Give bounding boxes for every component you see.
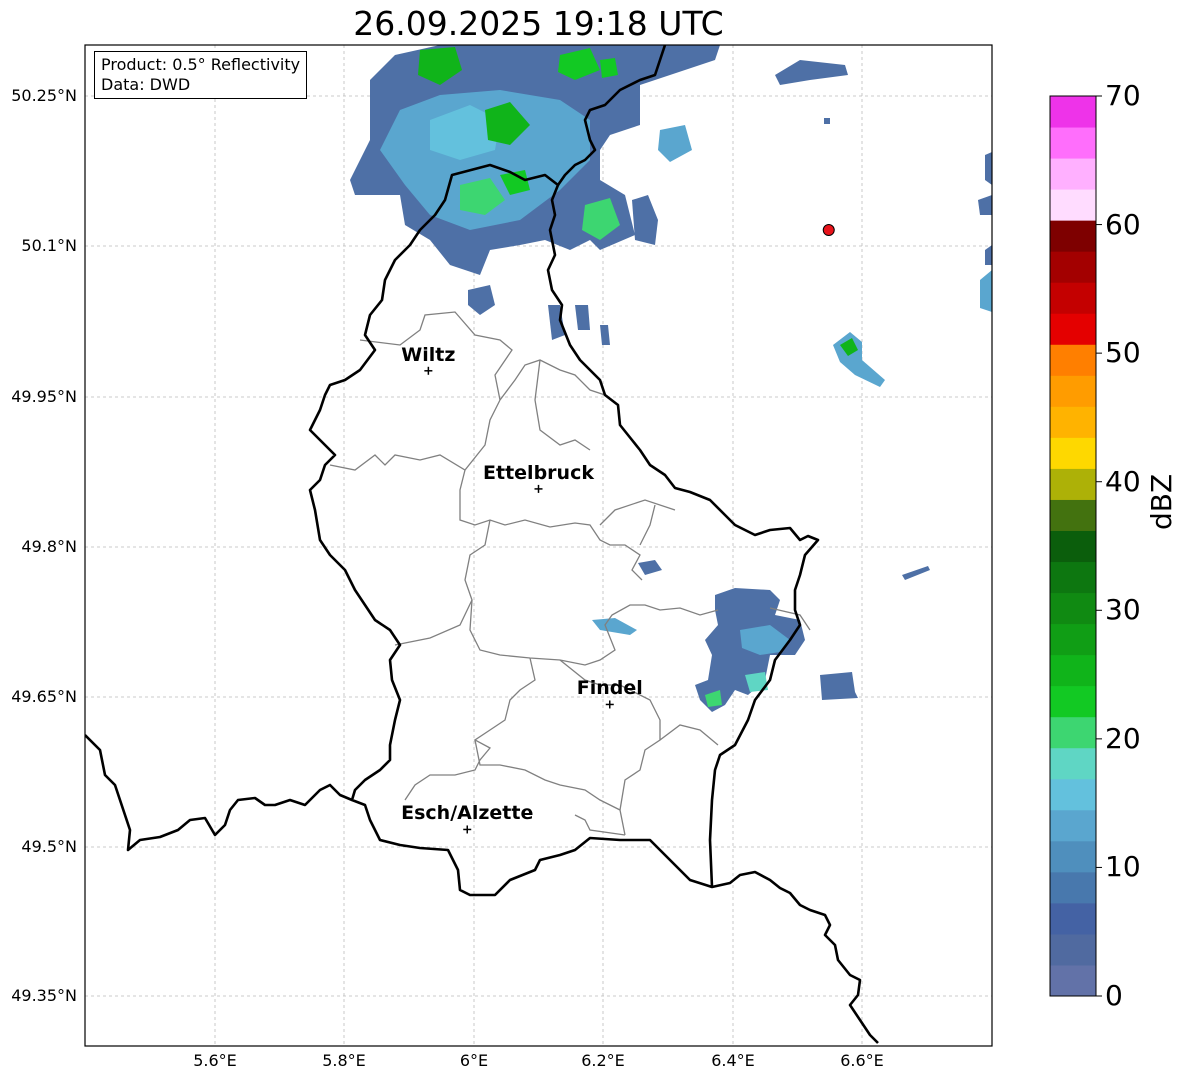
- colorbar-segment: [1050, 747, 1096, 780]
- colorbar-segment: [1050, 406, 1096, 438]
- colorbar: [1049, 95, 1102, 997]
- colorbar-segment: [1050, 282, 1096, 314]
- colorbar-tick-label: 60: [1105, 207, 1141, 241]
- colorbar-segment: [1050, 344, 1096, 376]
- colorbar-segment: [1050, 96, 1096, 128]
- colorbar-segment: [1050, 623, 1096, 656]
- colorbar-segment: [1050, 592, 1096, 625]
- colorbar-tick-label: 0: [1105, 979, 1123, 1012]
- colorbar-label: dBZ: [1145, 473, 1178, 530]
- colorbar-segment: [1050, 840, 1096, 873]
- colorbar-segment: [1050, 530, 1096, 563]
- colorbar-ticks: [1096, 95, 1102, 997]
- colorbar-segment: [1050, 375, 1096, 407]
- colorbar-segment: [1050, 251, 1096, 283]
- colorbar-segment: [1050, 313, 1096, 345]
- colorbar-segment: [1050, 902, 1096, 935]
- colorbar-segment: [1050, 964, 1096, 997]
- colorbar-segment: [1050, 871, 1096, 904]
- colorbar-segment: [1050, 158, 1096, 190]
- colorbar-segment: [1050, 933, 1096, 966]
- colorbar-tick-label: 50: [1105, 336, 1141, 370]
- colorbar-segment: [1050, 809, 1096, 842]
- colorbar-tick-label: 40: [1105, 464, 1141, 498]
- colorbar-segment: [1050, 468, 1096, 500]
- colorbar-tick-label: 20: [1105, 721, 1141, 755]
- colorbar-segment: [1050, 778, 1096, 811]
- colorbar-segment: [1050, 654, 1096, 687]
- colorbar-segments: [1050, 96, 1096, 997]
- colorbar-segment: [1050, 127, 1096, 159]
- colorbar-segment: [1050, 499, 1096, 531]
- colorbar-segment: [1050, 716, 1096, 749]
- colorbar-segment: [1050, 561, 1096, 594]
- colorbar-tick-label: 70: [1105, 79, 1141, 112]
- colorbar-tick-label: 30: [1105, 593, 1141, 627]
- colorbar-segment: [1050, 685, 1096, 718]
- colorbar-segment: [1050, 220, 1096, 252]
- colorbar-segment: [1050, 189, 1096, 221]
- colorbar-segment: [1050, 437, 1096, 469]
- colorbar-tick-label: 10: [1105, 850, 1141, 884]
